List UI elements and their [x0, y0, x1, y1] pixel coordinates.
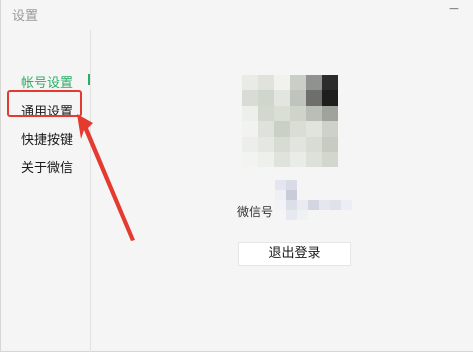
sidebar-item-account-settings[interactable]: 帐号设置: [21, 72, 73, 91]
sidebar-item-about-wechat[interactable]: 关于微信: [21, 157, 73, 176]
avatar: [242, 75, 338, 167]
logout-button[interactable]: 退出登录: [238, 242, 351, 266]
wechat-id-label: 微信号: [237, 205, 274, 219]
window-title: 设置: [12, 9, 39, 24]
annotation-highlight-box: [7, 90, 82, 117]
settings-window: 设置 − 帐号设置 通用设置 快捷按键 关于微信 微信号 退出登录: [0, 0, 473, 352]
active-indicator: [88, 74, 90, 85]
minimize-button[interactable]: −: [443, 1, 465, 21]
sidebar-item-shortcuts[interactable]: 快捷按键: [21, 129, 73, 148]
settings-sidebar: 帐号设置 通用设置 快捷按键 关于微信: [1, 30, 91, 352]
wechat-id-value: [275, 180, 352, 222]
